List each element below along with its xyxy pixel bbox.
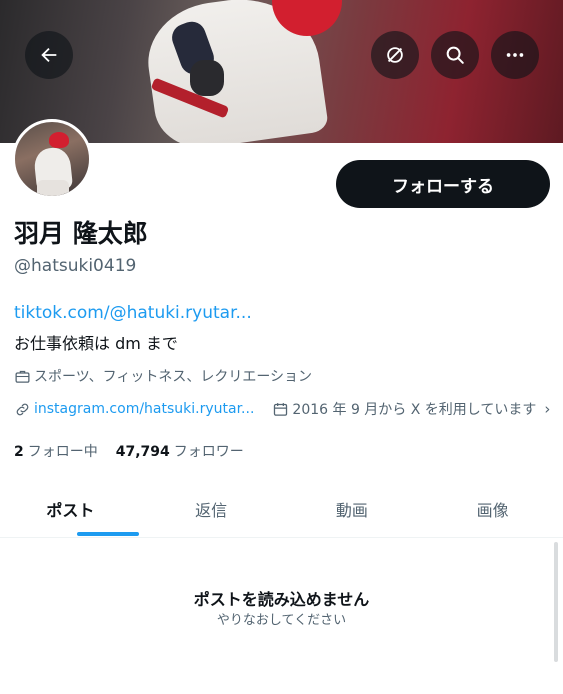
chevron-right-icon[interactable]: › <box>544 400 550 418</box>
arrow-left-icon <box>41 47 57 63</box>
category-label: スポーツ、フィットネス、レクリエーション <box>34 369 313 385</box>
category-row: スポーツ、フィットネス、レクリエーション <box>14 366 312 386</box>
following-stat[interactable]: 2 フォロー中 <box>14 441 98 461</box>
following-count: 2 <box>14 444 24 460</box>
profile-tabs: ポスト 返信 動画 画像 <box>0 480 563 538</box>
follow-button[interactable]: フォローする <box>336 160 550 208</box>
more-button[interactable] <box>491 31 539 79</box>
search-button[interactable] <box>431 31 479 79</box>
tab-posts[interactable]: ポスト <box>0 480 141 537</box>
avatar-helmet <box>49 132 69 148</box>
empty-state-subtitle: やりなおしてください <box>216 613 347 628</box>
banner-glove <box>190 60 224 96</box>
website-joined-row: instagram.com/hatsuki.ryutar... 2016 年 9… <box>14 399 550 419</box>
followers-label: フォロワー <box>173 444 244 460</box>
bio-text: お仕事依頼は dm まで <box>14 334 178 353</box>
calendar-icon <box>274 402 288 416</box>
grok-button[interactable] <box>371 31 419 79</box>
grok-slash-circle-icon <box>387 47 403 63</box>
tab-videos[interactable]: 動画 <box>282 480 423 537</box>
avatar-legs <box>37 180 69 196</box>
briefcase-icon <box>15 370 30 383</box>
active-tab-indicator <box>77 532 139 536</box>
back-button[interactable] <box>25 31 73 79</box>
search-icon <box>446 46 464 64</box>
avatar[interactable] <box>12 119 92 199</box>
empty-state-title: ポストを読み込めません <box>193 590 370 609</box>
tab-images[interactable]: 画像 <box>422 480 563 537</box>
follow-stats: 2 フォロー中 47,794 フォロワー <box>14 441 244 461</box>
website-link[interactable]: instagram.com/hatsuki.ryutar... <box>34 401 254 417</box>
following-label: フォロー中 <box>27 444 98 460</box>
profile-banner[interactable] <box>0 0 563 143</box>
handle: @hatsuki0419 <box>14 256 137 276</box>
scrollbar[interactable] <box>554 542 558 662</box>
joined-date: 2016 年 9 月から X を利用しています <box>292 402 537 418</box>
tab-replies[interactable]: 返信 <box>141 480 282 537</box>
followers-stat[interactable]: 47,794 フォロワー <box>116 441 244 461</box>
more-horizontal-icon <box>506 53 524 57</box>
link-icon <box>16 403 29 415</box>
bio-link[interactable]: tiktok.com/@hatuki.ryutar... <box>14 303 252 323</box>
followers-count: 47,794 <box>115 444 170 460</box>
display-name: 羽月 隆太郎 <box>14 219 148 248</box>
